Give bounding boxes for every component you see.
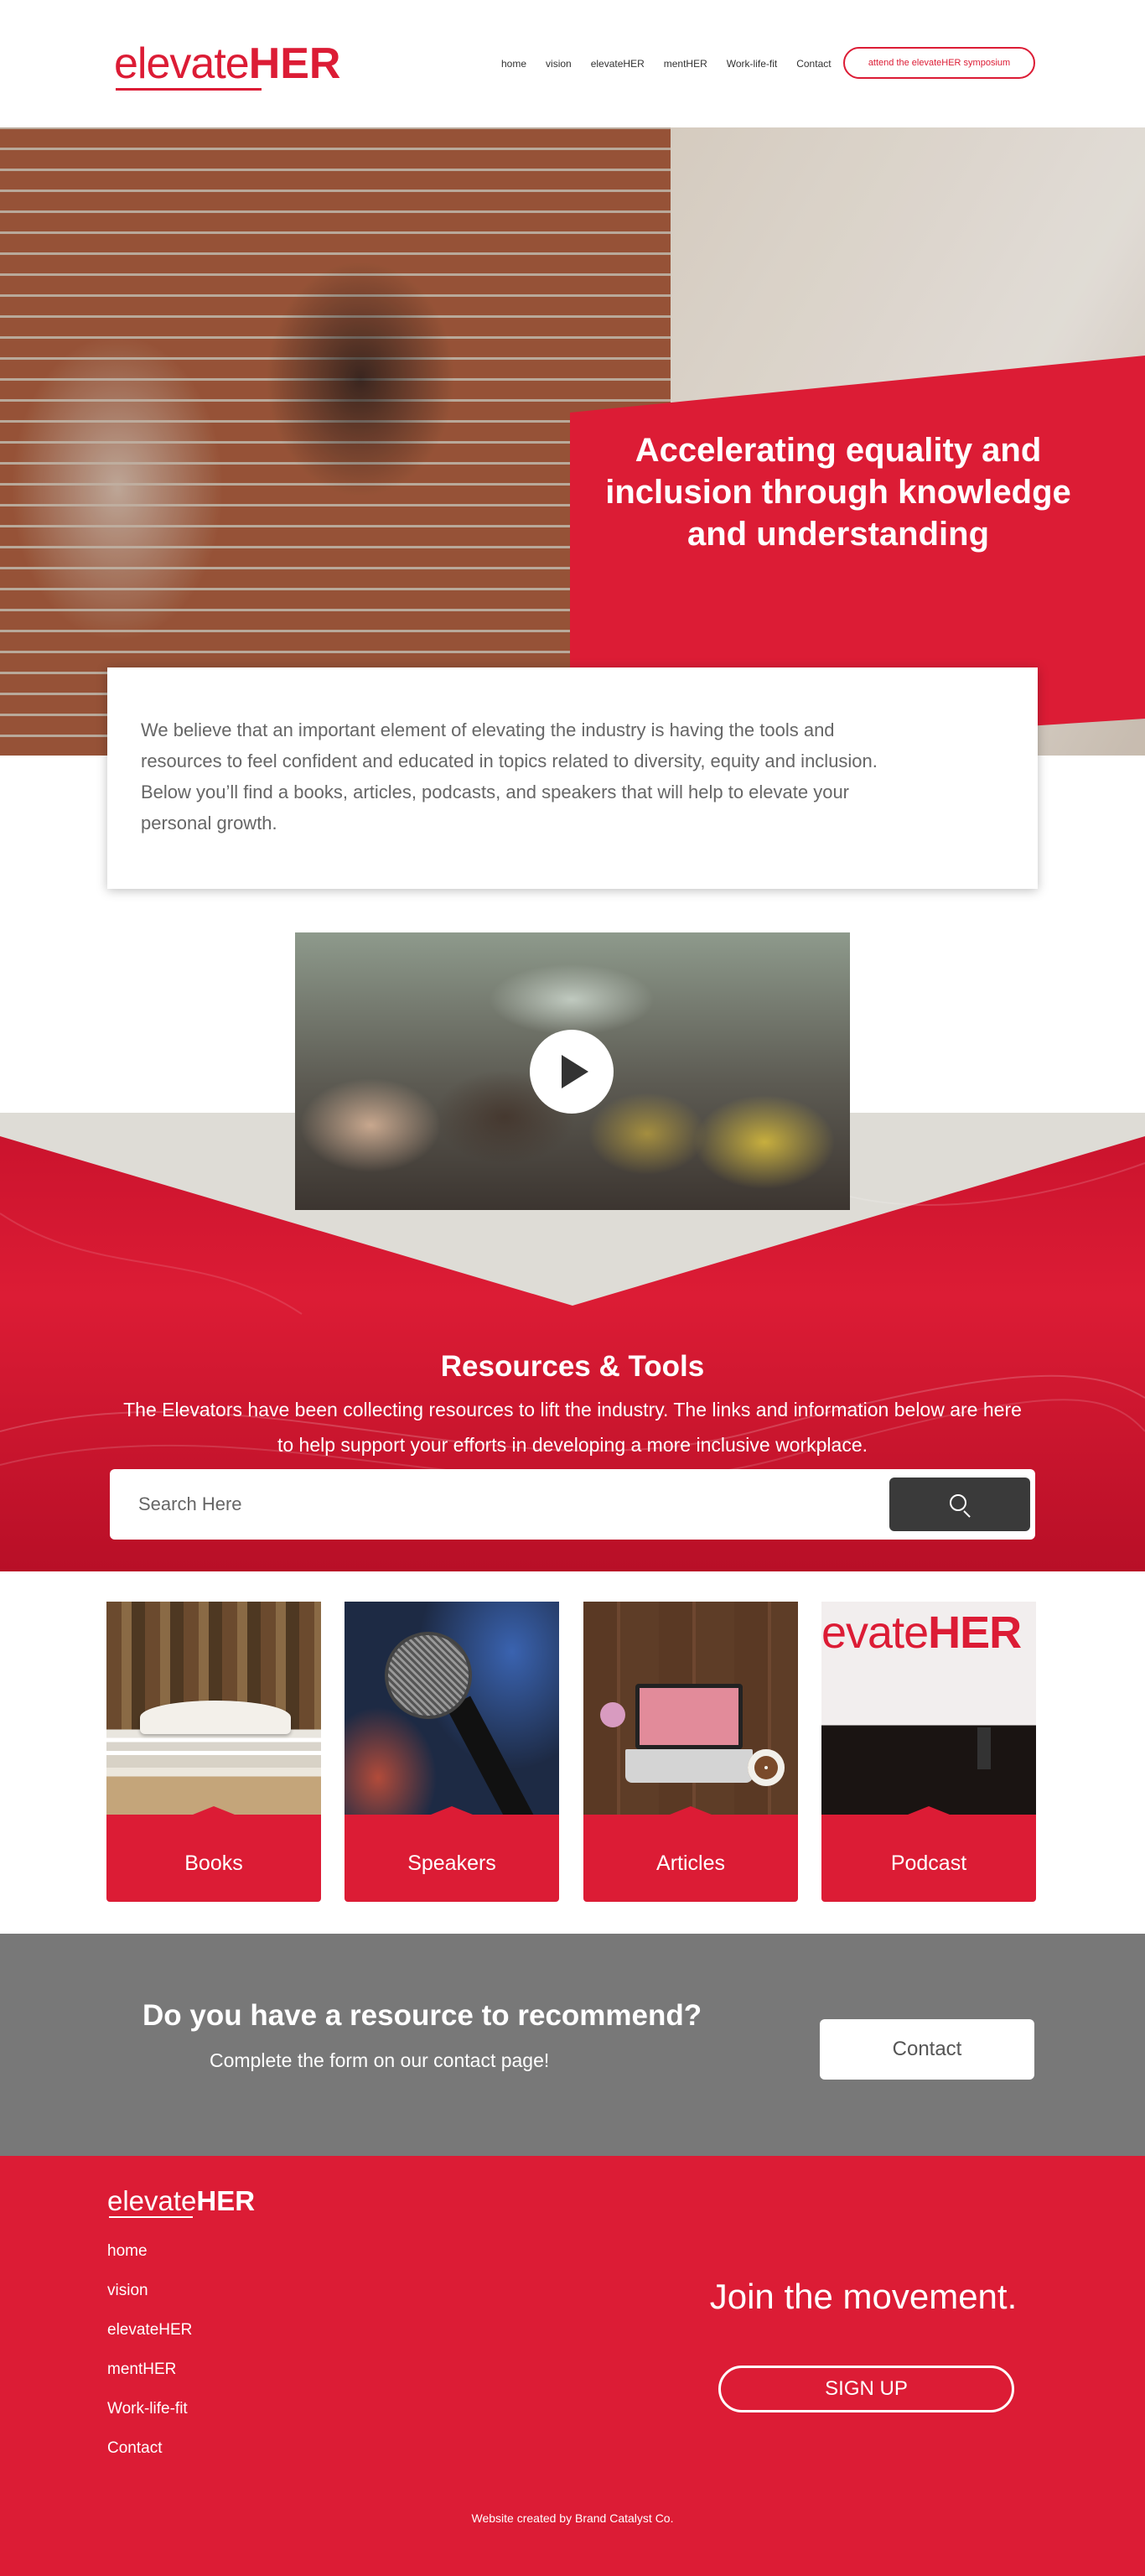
podium-shape xyxy=(977,1727,991,1769)
main-nav: home vision elevateHER mentHER Work-life… xyxy=(501,54,851,74)
credit-prefix: Website created by xyxy=(471,2511,575,2525)
credit-link[interactable]: Brand Catalyst Co. xyxy=(575,2511,674,2525)
resources-title: Resources & Tools xyxy=(440,1350,705,1383)
coffee-cup xyxy=(748,1749,785,1786)
join-heading: Join the movement. xyxy=(709,2277,1018,2316)
recommend-section: Do you have a resource to recommend? Com… xyxy=(0,1934,1145,2156)
footer-credit: Website created by Brand Catalyst Co. xyxy=(0,2511,1145,2525)
card-notch xyxy=(427,1806,477,1816)
search-input[interactable] xyxy=(138,1483,859,1526)
footer-link-contact[interactable]: Contact xyxy=(107,2438,192,2478)
search-bar xyxy=(110,1469,1035,1540)
nav-link-vision[interactable]: vision xyxy=(546,54,572,74)
resource-card-podcast[interactable]: evateHER Podcast xyxy=(821,1602,1036,1902)
footer-link-work-life-fit[interactable]: Work-life-fit xyxy=(107,2399,192,2438)
resources-subtitle: The Elevators have been collecting resou… xyxy=(123,1399,1022,1456)
intro-text: We believe that an important element of … xyxy=(141,719,878,834)
contact-button[interactable]: Contact xyxy=(820,2019,1034,2080)
site-header: elevate HER home vision elevateHER mentHE… xyxy=(0,0,1145,127)
stage-banner-bold: HER xyxy=(928,1607,1022,1658)
laptop-base xyxy=(625,1749,753,1783)
microphone-head xyxy=(388,1635,469,1716)
card-notch xyxy=(189,1806,239,1816)
footer-link-menther[interactable]: mentHER xyxy=(107,2360,192,2399)
recommend-subtitle: Complete the form on our contact page! xyxy=(210,2049,550,2071)
card-label-speakers: Speakers xyxy=(407,1852,496,1875)
search-icon-handle xyxy=(963,1510,971,1518)
footer-link-vision[interactable]: vision xyxy=(107,2281,192,2320)
nav-link-elevateher[interactable]: elevateHER xyxy=(591,54,645,74)
card-label-books: Books xyxy=(184,1852,243,1875)
symposium-button[interactable]: attend the elevateHER symposium xyxy=(843,47,1035,79)
stage-banner: evateHER xyxy=(821,1607,1022,1659)
footer-logo[interactable]: elevate HER xyxy=(107,2186,255,2216)
footer-logo-bold: HER xyxy=(196,2185,256,2216)
podcast-photo: evateHER xyxy=(821,1602,1036,1815)
card-label-podcast: Podcast xyxy=(890,1852,967,1875)
hero-title: Accelerating equality and inclusion thro… xyxy=(605,432,1071,553)
site-footer: elevate HER home vision elevateHER mentHE… xyxy=(0,2156,1145,2576)
logo-underline xyxy=(116,88,262,91)
nav-link-work-life-fit[interactable]: Work-life-fit xyxy=(727,54,777,74)
video-player[interactable] xyxy=(295,932,850,1210)
play-button[interactable] xyxy=(530,1030,614,1114)
play-icon xyxy=(562,1055,588,1088)
card-notch xyxy=(904,1806,954,1816)
resource-card-speakers[interactable]: Speakers xyxy=(345,1602,559,1902)
footer-logo-light: elevate xyxy=(107,2185,197,2216)
hero-section: Accelerating equality and inclusion thro… xyxy=(0,127,1145,756)
search-button[interactable] xyxy=(889,1478,1030,1531)
resource-card-articles[interactable]: Articles xyxy=(583,1602,798,1902)
open-book-shape xyxy=(140,1701,291,1734)
signup-button[interactable]: SIGN UP xyxy=(718,2366,1014,2412)
microphone-stem xyxy=(446,1696,537,1815)
logo-text-bold: HER xyxy=(248,39,341,88)
nav-link-menther[interactable]: mentHER xyxy=(664,54,707,74)
intro-card: We believe that an important element of … xyxy=(107,667,1038,889)
nav-link-contact[interactable]: Contact xyxy=(796,54,831,74)
nav-link-home[interactable]: home xyxy=(501,54,526,74)
flower-shape xyxy=(600,1702,625,1727)
footer-logo-underline xyxy=(109,2216,193,2218)
laptop-screen xyxy=(635,1684,743,1749)
card-notch xyxy=(666,1806,716,1816)
footer-link-elevateher[interactable]: elevateHER xyxy=(107,2320,192,2360)
card-label-articles: Articles xyxy=(656,1852,725,1875)
articles-photo xyxy=(583,1602,798,1815)
recommend-title: Do you have a resource to recommend? xyxy=(142,1999,702,2032)
search-icon xyxy=(950,1494,966,1511)
books-photo xyxy=(106,1602,321,1815)
footer-nav: home vision elevateHER mentHER Work-life… xyxy=(107,2241,192,2478)
footer-link-home[interactable]: home xyxy=(107,2241,192,2281)
stage-banner-light: evate xyxy=(821,1607,929,1658)
resource-card-books[interactable]: Books xyxy=(106,1602,321,1902)
speakers-photo xyxy=(345,1602,559,1815)
logo-text-light: elevate xyxy=(114,39,250,88)
site-logo[interactable]: elevate HER xyxy=(114,37,341,91)
